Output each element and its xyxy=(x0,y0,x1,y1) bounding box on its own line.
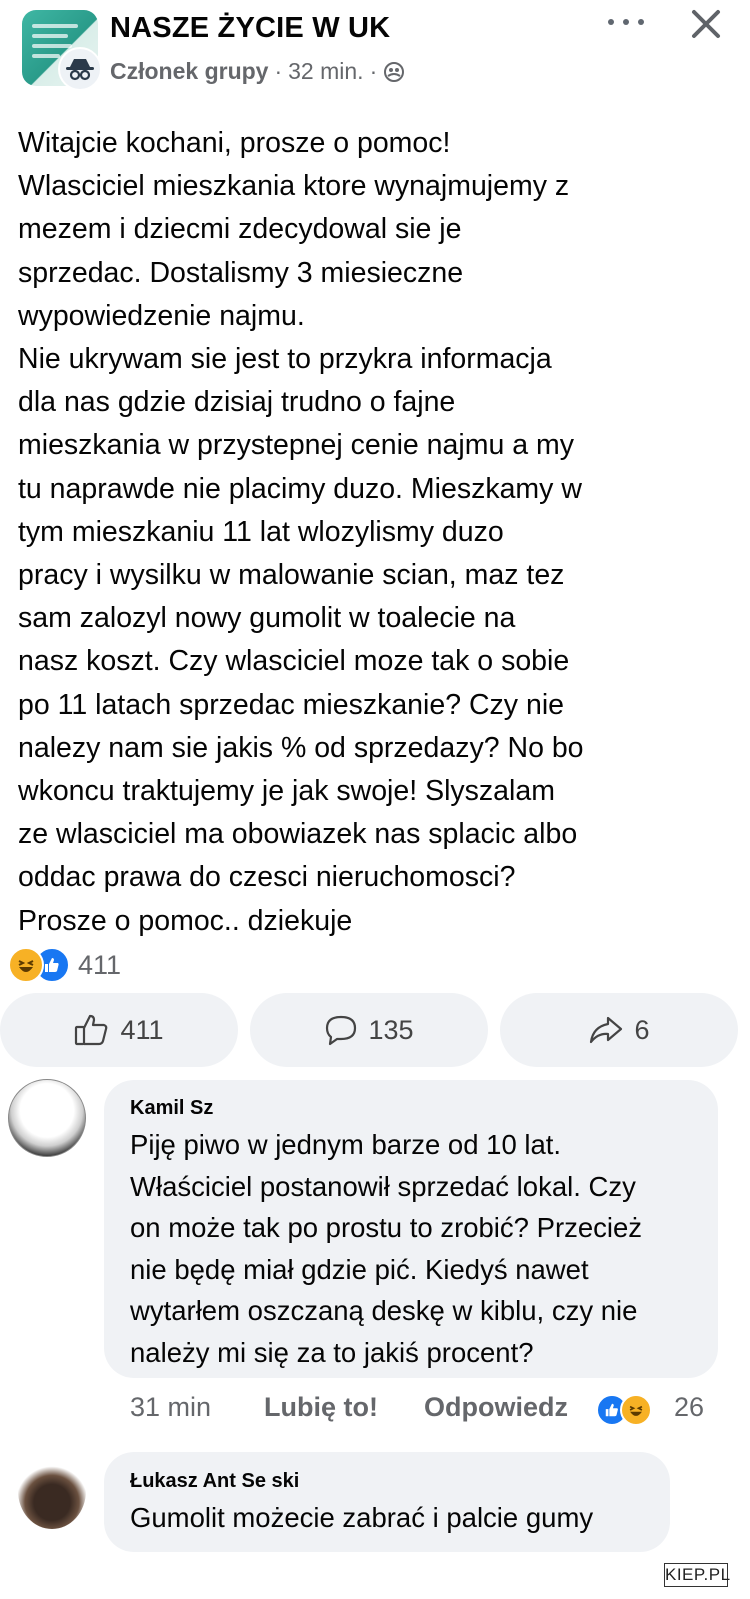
comment-icon xyxy=(326,1015,357,1046)
comment-author[interactable]: Kamil Sz xyxy=(130,1097,213,1120)
comment-text: Gumolit możecie zabrać i palcie gumy xyxy=(130,1502,594,1533)
meta-separator: · xyxy=(369,58,378,84)
comment-author[interactable]: Łukasz Ant Se ski xyxy=(130,1470,299,1493)
anonymous-member-icon xyxy=(58,47,102,91)
share-count: 6 xyxy=(634,1014,650,1045)
post-actions: 411 135 6 xyxy=(0,993,750,1067)
privacy-group-icon xyxy=(384,61,405,82)
share-icon xyxy=(590,1016,623,1044)
comment-button[interactable]: 135 xyxy=(250,993,488,1067)
meta-separator: · xyxy=(274,58,283,84)
reaction-count: 411 xyxy=(78,949,122,980)
watermark-logo: KIEP.PL xyxy=(664,1563,730,1587)
haha-reaction-icon xyxy=(8,947,44,983)
post-time[interactable]: 32 min. xyxy=(288,58,363,85)
comment-reaction-count: 26 xyxy=(674,1392,705,1422)
close-icon[interactable] xyxy=(688,6,724,42)
thumbs-up-icon xyxy=(75,1014,108,1046)
post-meta: Członek grupy · 32 min. · xyxy=(110,58,405,85)
reactions-summary[interactable]: 411 xyxy=(8,947,121,983)
like-count: 411 xyxy=(120,1014,164,1045)
comment-text: Piję piwo w jednym barze od 10 lat. Właś… xyxy=(130,1129,643,1368)
comment-like-button[interactable]: Lubię to! xyxy=(264,1392,378,1423)
comment-reply-button[interactable]: Odpowiedz xyxy=(424,1392,568,1423)
comment-count: 135 xyxy=(368,1014,414,1045)
haha-reaction-icon xyxy=(620,1394,652,1426)
comment-reactions[interactable] xyxy=(596,1394,652,1426)
commenter-avatar[interactable] xyxy=(18,1453,86,1529)
more-options-icon[interactable] xyxy=(608,10,644,34)
share-button[interactable]: 6 xyxy=(500,993,738,1067)
post-text: Witajcie kochani, prosze o pomoc! Wlasci… xyxy=(18,127,584,937)
post-header: NASZE ŻYCIE W UK Członek grupy · 32 min.… xyxy=(0,0,750,100)
comment-meta: 31 min Lubię to! Odpowiedz 26 xyxy=(130,1392,730,1428)
comment-time[interactable]: 31 min xyxy=(130,1392,211,1423)
like-button[interactable]: 411 xyxy=(0,993,238,1067)
group-name[interactable]: NASZE ŻYCIE W UK xyxy=(110,12,390,45)
author-label[interactable]: Członek grupy xyxy=(110,58,268,85)
commenter-avatar[interactable] xyxy=(8,1079,86,1157)
